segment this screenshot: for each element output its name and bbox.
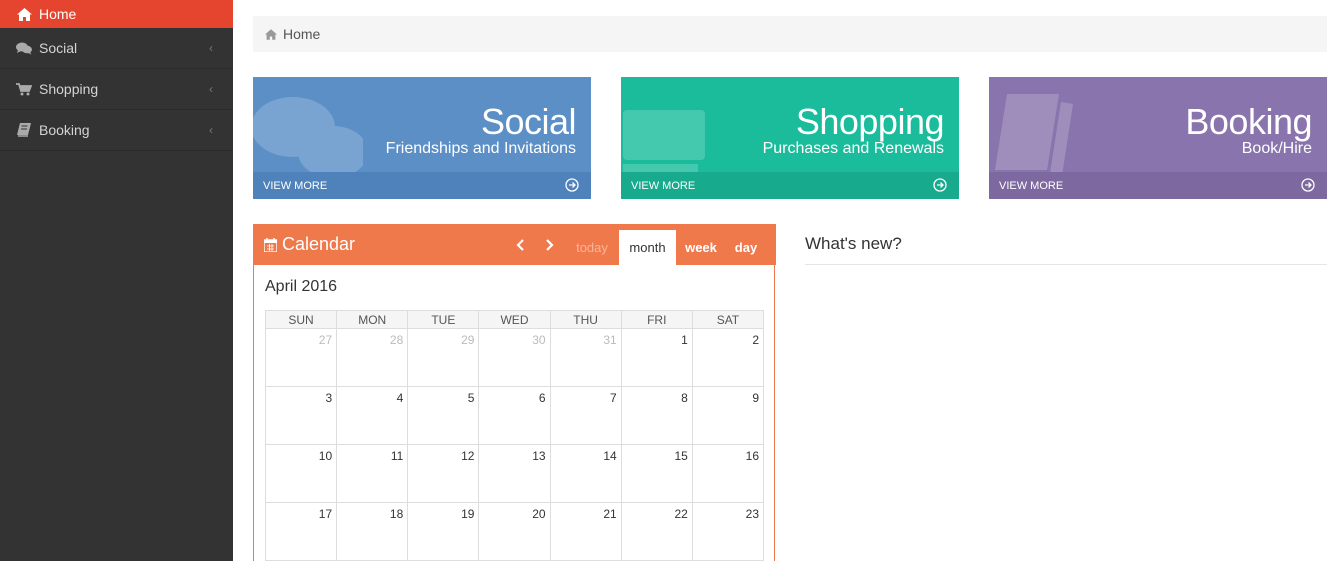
day-cell[interactable]: 20 — [478, 502, 551, 561]
chevron-left-icon — [516, 239, 524, 251]
cart-icon — [623, 110, 705, 174]
month-view-button[interactable]: month — [619, 230, 676, 265]
view-more-link[interactable]: VIEW MORE — [253, 172, 591, 199]
day-cell[interactable]: 3 — [264, 386, 338, 445]
week-row: 27 28 29 30 31 1 2 — [264, 328, 765, 387]
sidebar-item-home[interactable]: Home — [0, 0, 233, 28]
today-button[interactable]: today — [564, 230, 620, 265]
week-row: 17 18 19 20 21 22 23 — [264, 502, 765, 561]
day-cell[interactable]: 11 — [336, 444, 409, 503]
day-cell[interactable]: 23 — [691, 502, 765, 561]
tile-shopping[interactable]: Shopping Purchases and Renewals VIEW MOR… — [621, 77, 959, 199]
day-cell[interactable]: 5 — [407, 386, 480, 445]
day-cell[interactable]: 2 — [691, 328, 765, 387]
day-cell[interactable]: 16 — [691, 444, 765, 503]
day-cell[interactable]: 19 — [407, 502, 480, 561]
tile-social[interactable]: Social Friendships and Invitations VIEW … — [253, 77, 591, 199]
tile-title: Shopping — [795, 101, 945, 142]
tile-subtitle: Friendships and Invitations — [385, 140, 576, 157]
calendar-title-text: Calendar — [282, 234, 356, 254]
sidebar-item-booking[interactable]: Booking ‹ — [0, 110, 233, 151]
comments-icon — [253, 97, 363, 178]
day-cell[interactable]: 9 — [691, 386, 765, 445]
day-cell[interactable]: 6 — [478, 386, 551, 445]
day-cell[interactable]: 12 — [407, 444, 480, 503]
day-cell[interactable]: 17 — [264, 502, 338, 561]
tile-title: Booking — [1185, 101, 1312, 142]
weekday-header: THU — [549, 310, 622, 329]
tile-booking[interactable]: Booking Book/Hire VIEW MORE — [989, 77, 1327, 199]
view-more-label: VIEW MORE — [999, 179, 1064, 192]
day-cell[interactable]: 7 — [549, 386, 622, 445]
comments-icon — [16, 40, 32, 56]
day-cell[interactable]: 4 — [336, 386, 409, 445]
week-row: 3 4 5 6 7 8 9 — [264, 386, 765, 445]
weekday-header: SUN — [264, 310, 338, 329]
day-cell[interactable]: 29 — [407, 328, 480, 387]
tile-subtitle: Book/Hire — [1241, 140, 1312, 157]
main-content: Home Social Friendships and Invitations … — [253, 0, 1327, 561]
weekday-header: WED — [478, 310, 551, 329]
weekday-header: MON — [336, 310, 409, 329]
day-cell[interactable]: 1 — [620, 328, 693, 387]
day-cell[interactable]: 21 — [549, 502, 622, 561]
whats-new-title: What's new? — [805, 224, 1327, 265]
chevron-left-icon: ‹ — [209, 41, 213, 55]
chevron-left-icon: ‹ — [209, 123, 213, 137]
home-icon — [265, 28, 277, 40]
cart-icon — [16, 81, 32, 97]
day-cell[interactable]: 28 — [336, 328, 409, 387]
arrow-circle-right-icon — [565, 178, 579, 192]
day-cell[interactable]: 27 — [264, 328, 338, 387]
calendar-widget: Calendar today month week day April 2016… — [253, 224, 776, 561]
day-cell[interactable]: 15 — [620, 444, 693, 503]
calendar-title: Calendar — [264, 234, 355, 255]
day-cell[interactable]: 31 — [549, 328, 622, 387]
tile-title: Social — [480, 101, 577, 142]
chevron-left-icon: ‹ — [209, 82, 213, 96]
calendar-icon — [264, 237, 277, 252]
sidebar-item-label: Booking — [39, 122, 90, 138]
tile-subtitle: Purchases and Renewals — [762, 140, 944, 157]
calendar-period: April 2016 — [265, 278, 338, 295]
view-more-label: VIEW MORE — [263, 179, 328, 192]
day-cell[interactable]: 8 — [620, 386, 693, 445]
sidebar-item-label: Social — [39, 40, 78, 56]
sidebar: Home Social ‹ Shopping ‹ Booking ‹ — [0, 0, 233, 561]
day-cell[interactable]: 13 — [478, 444, 551, 503]
calendar-header: Calendar today month week day — [254, 224, 776, 265]
sidebar-item-label: Home — [39, 6, 77, 22]
arrow-circle-right-icon — [1301, 178, 1315, 192]
weekday-header: SAT — [691, 310, 765, 329]
weekday-header: FRI — [620, 310, 693, 329]
day-cell[interactable]: 30 — [478, 328, 551, 387]
breadcrumb-home-link[interactable]: Home — [283, 26, 320, 42]
prev-month-button[interactable] — [516, 238, 524, 254]
day-cell[interactable]: 22 — [620, 502, 693, 561]
view-more-link[interactable]: VIEW MORE — [621, 172, 959, 199]
view-more-label: VIEW MORE — [631, 179, 696, 192]
day-cell[interactable]: 14 — [549, 444, 622, 503]
calendar-grid: SUN MON TUE WED THU FRI SAT 27 28 29 30 … — [264, 310, 765, 561]
home-icon — [16, 6, 32, 22]
day-cell[interactable]: 10 — [264, 444, 338, 503]
sidebar-item-shopping[interactable]: Shopping ‹ — [0, 69, 233, 110]
weekday-header: TUE — [407, 310, 480, 329]
arrow-circle-right-icon — [933, 178, 947, 192]
day-view-button[interactable]: day — [726, 230, 766, 265]
weekday-row: SUN MON TUE WED THU FRI SAT — [264, 310, 765, 329]
sidebar-item-social[interactable]: Social ‹ — [0, 28, 233, 69]
day-cell[interactable]: 18 — [336, 502, 409, 561]
view-more-link[interactable]: VIEW MORE — [989, 172, 1327, 199]
week-row: 10 11 12 13 14 15 16 — [264, 444, 765, 503]
breadcrumb: Home — [253, 16, 1327, 52]
next-month-button[interactable] — [546, 238, 554, 254]
sidebar-item-label: Shopping — [39, 81, 99, 97]
chevron-right-icon — [546, 239, 554, 251]
whats-new-panel: What's new? — [805, 224, 1327, 265]
book-icon — [16, 122, 32, 138]
week-view-button[interactable]: week — [676, 230, 726, 265]
